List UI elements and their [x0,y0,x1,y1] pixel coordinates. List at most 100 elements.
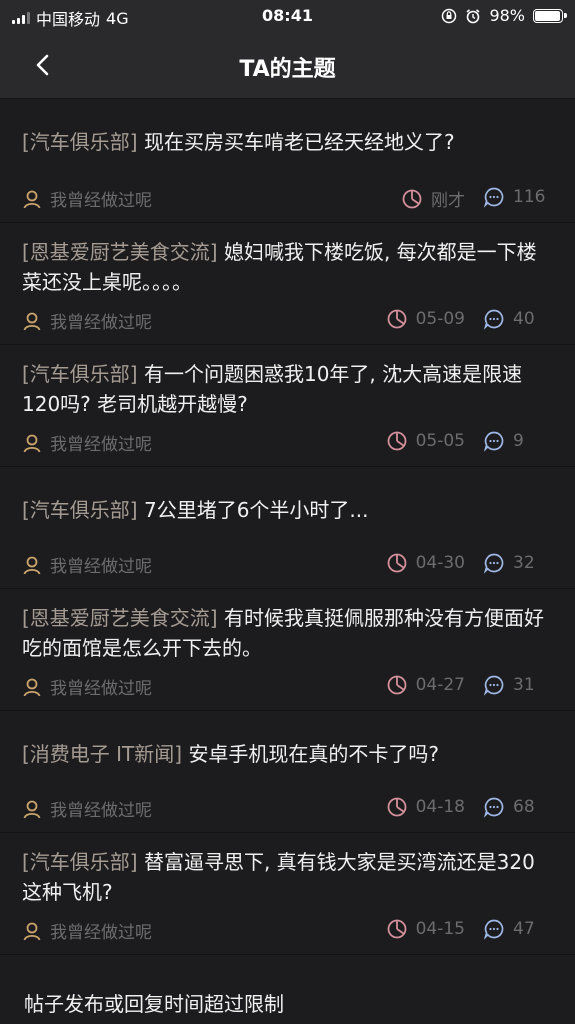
author: 我曾经做过呢 [22,308,152,333]
topic-meta: 我曾经做过呢 05-09 40 [22,308,553,333]
author: 我曾经做过呢 [22,430,152,455]
post-time-text: 05-05 [415,431,465,451]
topic-meta: 我曾经做过呢 05-05 9 [22,430,553,455]
user-icon [23,190,41,208]
author-name: 我曾经做过呢 [50,557,152,577]
post-time: 05-05 [386,430,465,452]
user-icon [23,556,41,574]
reply-count: 40 [483,308,553,330]
nav-bar: TA的主题 [0,32,575,99]
topic-title: 安卓手机现在真的不卡了吗? [188,742,440,766]
topic-item[interactable]: [恩基爱厨艺美食交流] 媳妇喊我下楼吃饭, 每次都是一下楼菜还没上桌呢。。。。 … [0,223,575,345]
author-name: 我曾经做过呢 [50,923,152,943]
reply-count-text: 116 [513,187,546,207]
forum-tag: [消费电子 IT新闻] [22,742,183,766]
author-name: 我曾经做过呢 [50,801,152,821]
author-name: 我曾经做过呢 [50,435,152,455]
topic-title: 现在买房买车啃老已经天经地义了? [143,130,455,154]
post-time-text: 04-18 [415,797,465,817]
author: 我曾经做过呢 [22,552,152,577]
reply-count: 68 [483,796,553,818]
status-bar: 中国移动 4G 08:41 98% [0,0,575,32]
comment-icon [483,553,504,574]
topic-item[interactable]: [汽车俱乐部] 7公里堵了6个半小时了... 我曾经做过呢 04-30 32 [0,467,575,589]
forum-tag: [恩基爱厨艺美食交流] [22,240,218,264]
topic-text: [消费电子 IT新闻] 安卓手机现在真的不卡了吗? [22,739,553,769]
topic-text: [汽车俱乐部] 有一个问题困惑我10年了, 沈大高速是限速120吗? 老司机越开… [22,359,553,419]
author-name: 我曾经做过呢 [50,191,152,211]
battery-percent: 98% [489,6,525,25]
clock-icon [387,309,406,329]
reply-count: 31 [483,674,553,696]
reply-count: 32 [483,552,553,574]
clock-icon [387,919,406,939]
user-icon [23,800,41,818]
topic-meta: 我曾经做过呢 04-30 32 [22,552,553,577]
topic-meta: 我曾经做过呢 刚才 116 [22,186,553,211]
clock-icon [387,553,406,573]
author-name: 我曾经做过呢 [50,313,152,333]
forum-tag: [汽车俱乐部] [22,498,138,522]
topic-text: [汽车俱乐部] 替富逼寻思下, 真有钱大家是买湾流还是320这种飞机? [22,847,553,907]
topic-title: 7公里堵了6个半小时了... [143,498,369,522]
author: 我曾经做过呢 [22,186,152,211]
reply-count: 116 [483,186,553,208]
reply-count-text: 40 [513,309,535,329]
post-time: 04-15 [386,918,465,940]
author-name: 我曾经做过呢 [50,679,152,699]
reply-count-text: 47 [513,919,535,939]
post-time-text: 刚才 [431,191,465,211]
clock-icon [387,797,406,817]
comment-icon [483,431,504,452]
topic-list: [汽车俱乐部] 现在买房买车啃老已经天经地义了? 我曾经做过呢 刚才 116 [… [0,99,575,955]
post-time-text: 05-09 [415,309,465,329]
alarm-icon [466,8,480,23]
post-time-text: 04-27 [415,675,465,695]
reply-count: 9 [483,430,553,452]
status-right: 98% [441,6,567,25]
reply-count: 47 [483,918,553,940]
comment-icon [483,309,504,330]
post-time: 刚才 [401,186,465,211]
user-icon [23,312,41,330]
forum-tag: [恩基爱厨艺美食交流] [22,606,218,630]
clock-icon [387,431,406,451]
post-time-text: 04-15 [415,919,465,939]
topic-text: [恩基爱厨艺美食交流] 有时候我真挺佩服那种没有方便面好吃的面馆是怎么开下去的。 [22,603,553,663]
forum-tag: [汽车俱乐部] [22,850,138,874]
user-icon [23,922,41,940]
reply-count-text: 32 [513,553,535,573]
topic-item[interactable]: [汽车俱乐部] 替富逼寻思下, 真有钱大家是买湾流还是320这种飞机? 我曾经做… [0,833,575,955]
topic-meta: 我曾经做过呢 04-27 31 [22,674,553,699]
post-time: 04-27 [386,674,465,696]
post-time: 04-18 [386,796,465,818]
reply-count-text: 31 [513,675,535,695]
clock-icon [402,189,422,208]
comment-icon [483,797,504,818]
topic-text: [汽车俱乐部] 现在买房买车啃老已经天经地义了? [22,127,553,157]
topic-meta: 我曾经做过呢 04-15 47 [22,918,553,943]
battery-icon [533,8,567,23]
forum-tag: [汽车俱乐部] [22,362,138,386]
orientation-lock-icon [442,8,457,23]
topic-item[interactable]: [汽车俱乐部] 现在买房买车啃老已经天经地义了? 我曾经做过呢 刚才 116 [0,99,575,223]
clock-icon [387,675,406,695]
topic-meta: 我曾经做过呢 04-18 68 [22,796,553,821]
author: 我曾经做过呢 [22,796,152,821]
user-icon [23,678,41,696]
comment-icon [483,187,504,208]
author: 我曾经做过呢 [22,674,152,699]
time-limit-notice: 帖子发布或回复时间超过限制 [24,992,284,1016]
topic-item[interactable]: [恩基爱厨艺美食交流] 有时候我真挺佩服那种没有方便面好吃的面馆是怎么开下去的。… [0,589,575,711]
topic-text: [恩基爱厨艺美食交流] 媳妇喊我下楼吃饭, 每次都是一下楼菜还没上桌呢。。。。 [22,237,553,297]
post-time: 04-30 [386,552,465,574]
post-time: 05-09 [386,308,465,330]
topic-item[interactable]: [消费电子 IT新闻] 安卓手机现在真的不卡了吗? 我曾经做过呢 04-18 6… [0,711,575,833]
comment-icon [483,675,504,696]
user-icon [23,434,41,452]
comment-icon [483,919,504,940]
page-title: TA的主题 [239,57,336,82]
topic-text: [汽车俱乐部] 7公里堵了6个半小时了... [22,495,553,525]
reply-count-text: 68 [513,797,535,817]
topic-item[interactable]: [汽车俱乐部] 有一个问题困惑我10年了, 沈大高速是限速120吗? 老司机越开… [0,345,575,467]
